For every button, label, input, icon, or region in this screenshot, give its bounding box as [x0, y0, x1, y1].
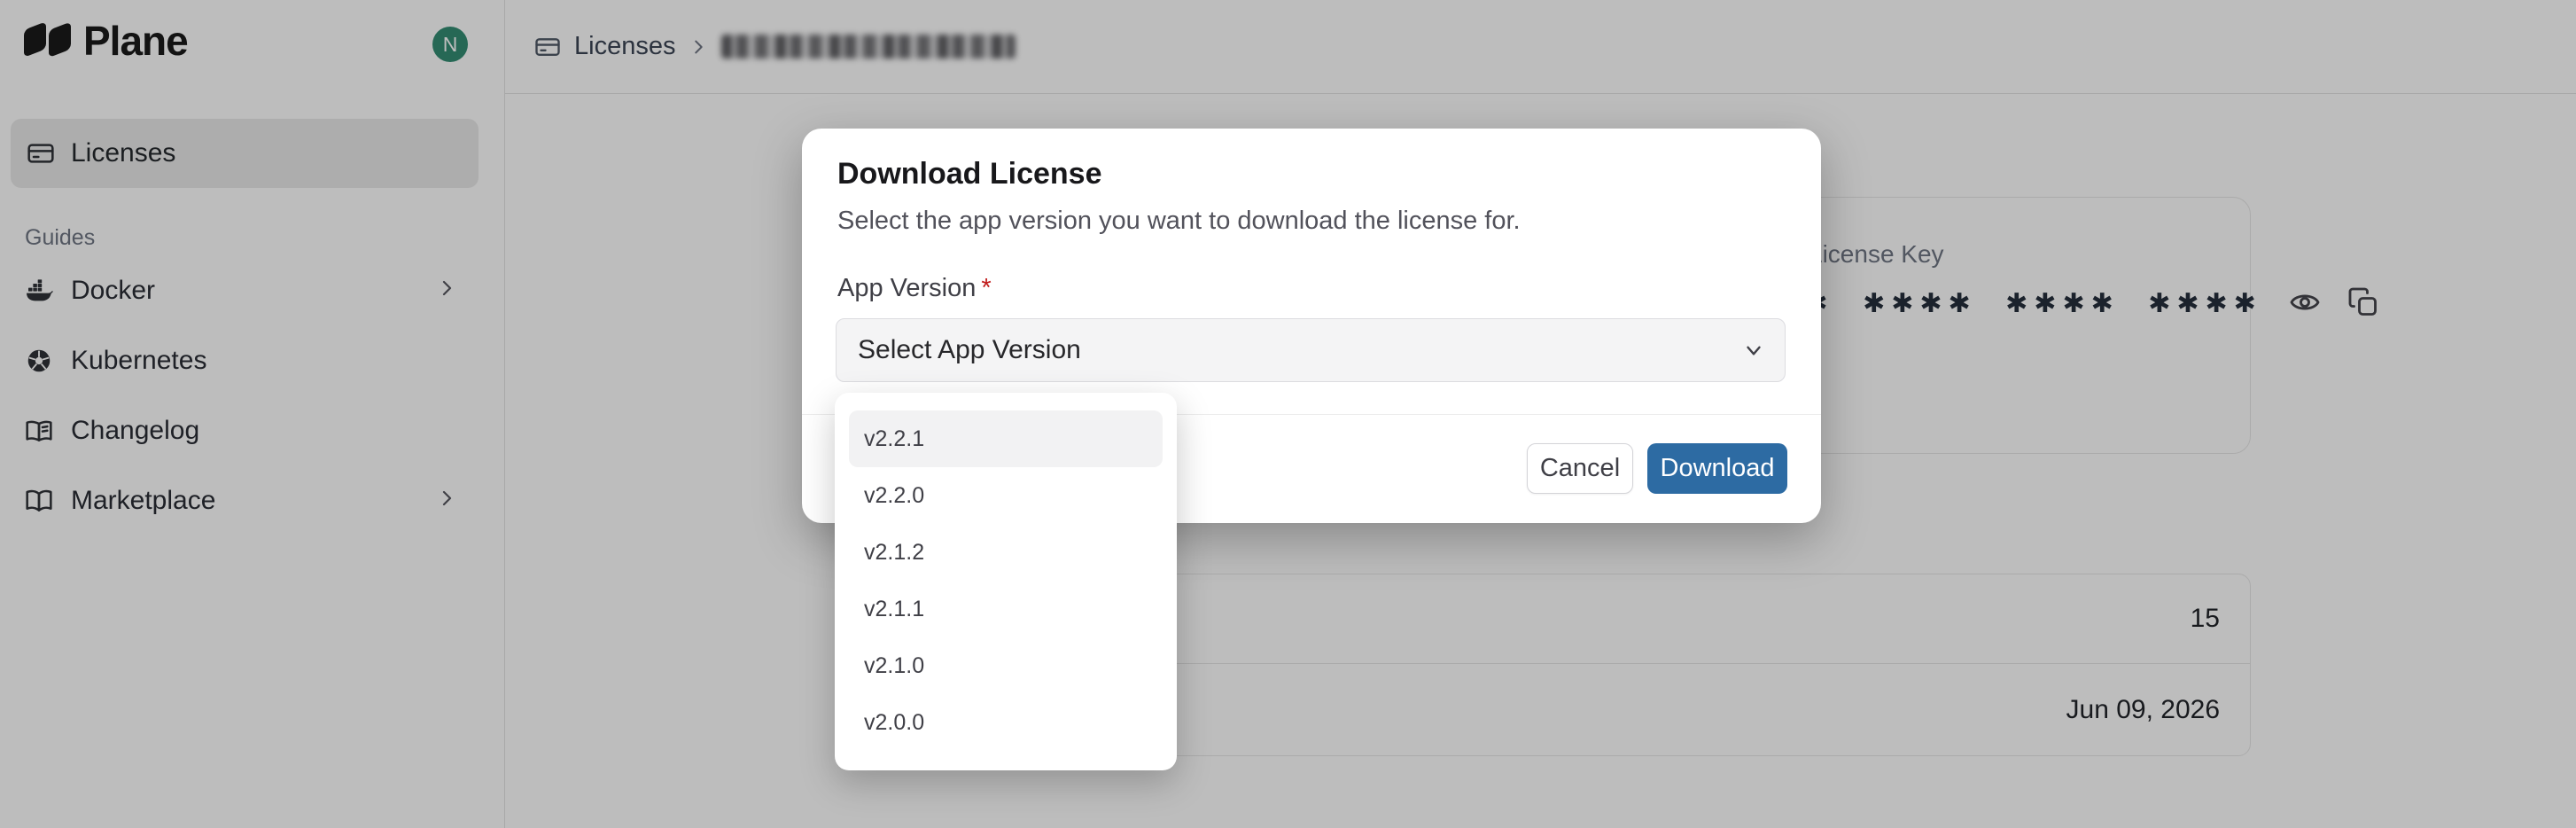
dropdown-option[interactable]: v2.1.0 — [849, 637, 1163, 694]
modal-title: Download License — [837, 157, 1102, 191]
dropdown-option[interactable]: v2.2.1 — [849, 410, 1163, 467]
app-window: Plane N Licenses Guides — [0, 0, 2576, 828]
modal-subtitle: Select the app version you want to downl… — [837, 207, 1521, 236]
dropdown-option[interactable]: v2.1.1 — [849, 581, 1163, 637]
chevron-down-icon — [1742, 339, 1765, 362]
dropdown-option[interactable]: v2.2.0 — [849, 467, 1163, 524]
dropdown-option[interactable]: v2.1.2 — [849, 524, 1163, 581]
app-version-select[interactable]: Select App Version — [836, 318, 1786, 382]
select-placeholder: Select App Version — [858, 335, 1742, 365]
app-version-label: App Version* — [837, 274, 992, 303]
required-asterisk: * — [981, 274, 991, 302]
field-label-text: App Version — [837, 274, 976, 302]
download-button[interactable]: Download — [1647, 443, 1787, 494]
dropdown-option[interactable]: v2.0.0 — [849, 694, 1163, 751]
app-version-dropdown: v2.2.1 v2.2.0 v2.1.2 v2.1.1 v2.1.0 v2.0.… — [835, 393, 1177, 770]
cancel-button[interactable]: Cancel — [1527, 443, 1633, 494]
